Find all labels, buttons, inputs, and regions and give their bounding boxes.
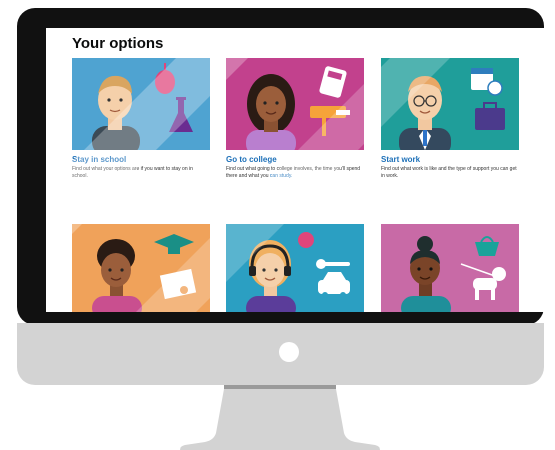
shopping-basket-icon xyxy=(475,236,499,256)
monitor-screen: Your options Stay in school Find out wha… xyxy=(46,28,548,312)
person-avatar-icon xyxy=(401,236,451,312)
card-description-stay-in-school: Find out what your options are if you wa… xyxy=(72,166,193,179)
card-description-text: Find out what going to college involves,… xyxy=(226,166,361,179)
certificate-icon xyxy=(159,268,197,300)
briefcase-icon xyxy=(475,102,505,130)
can-study-link[interactable]: can study. xyxy=(270,173,292,179)
speech-bubble-icon xyxy=(298,232,314,248)
calculator-icon xyxy=(319,66,347,98)
flask-icon xyxy=(169,97,193,132)
dog-icon xyxy=(460,263,506,300)
person-avatar-icon xyxy=(246,240,296,312)
monitor-bezel: Your options Stay in school Find out wha… xyxy=(17,8,548,325)
wrench-icon xyxy=(316,259,350,269)
card-stay-in-school[interactable]: Stay in school Find out what your option… xyxy=(72,58,210,179)
monitor-stand xyxy=(180,385,380,450)
graduation-cap-icon xyxy=(154,234,194,254)
card-image-start-work[interactable] xyxy=(381,58,519,150)
card-6[interactable] xyxy=(381,224,519,312)
card-description-start-work: Find out what work is like and the type … xyxy=(381,166,517,179)
page-title: Your options xyxy=(72,35,164,52)
card-image-4[interactable] xyxy=(72,224,210,312)
card-description-go-to-college: Find out what going to college involves,… xyxy=(226,166,364,180)
card-title-go-to-college[interactable]: Go to college xyxy=(226,155,277,164)
car-icon xyxy=(318,272,350,298)
mouse-icon xyxy=(155,63,175,94)
card-image-stay-in-school[interactable] xyxy=(72,58,210,150)
calendar-clock-icon xyxy=(471,68,503,96)
person-avatar-icon xyxy=(92,239,142,312)
card-go-to-college[interactable]: Go to college Find out what going to col… xyxy=(226,58,364,179)
student-avatar-icon xyxy=(246,74,296,150)
power-button-icon xyxy=(279,342,299,362)
card-image-5[interactable] xyxy=(226,224,364,312)
card-start-work[interactable]: Start work Find out what work is like an… xyxy=(381,58,519,179)
card-image-6[interactable] xyxy=(381,224,519,312)
card-4[interactable] xyxy=(72,224,210,312)
student-avatar-icon xyxy=(92,75,140,150)
paint-roller-icon xyxy=(310,106,350,136)
worker-avatar-icon xyxy=(399,76,451,150)
card-5[interactable] xyxy=(226,224,364,312)
card-title-start-work[interactable]: Start work xyxy=(381,155,420,164)
card-title-stay-in-school[interactable]: Stay in school xyxy=(72,155,126,164)
card-image-go-to-college[interactable] xyxy=(226,58,364,150)
